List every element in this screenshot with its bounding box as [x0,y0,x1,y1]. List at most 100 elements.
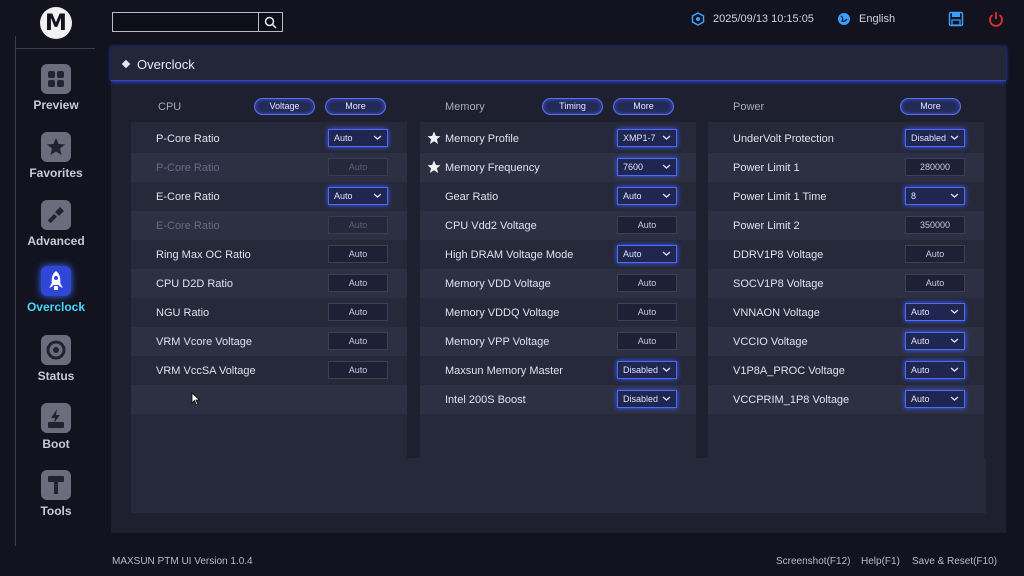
memory-vpp-voltage-field[interactable]: Auto [617,332,677,350]
ngu-ratio-field[interactable]: Auto [328,303,388,321]
sidebar-item-overclock[interactable]: Overclock [20,266,92,324]
clock: 2025/09/13 10:15:05 [691,11,814,27]
cpu-column-title: CPU [158,101,182,113]
setting-row: VCCPRIM_1P8 Voltage Auto [708,385,984,414]
setting-row: UnderVolt Protection Disabled [708,124,984,153]
sidebar-item-boot[interactable]: Boot [20,403,92,461]
memory-settings-panel: Memory Profile XMP1-7 Memory Frequency 7… [420,122,696,491]
select-value: Disabled [623,365,659,375]
ssd-icon [41,403,71,433]
tools-icon [41,470,71,500]
vrm-vccsa-voltage-field[interactable]: Auto [328,361,388,379]
memory-vddq-voltage-field[interactable]: Auto [617,303,677,321]
cpu-settings-panel: P-Core Ratio Auto P-Core Ratio Auto E-Co… [131,122,407,491]
cpu-more-button[interactable]: More [325,98,386,115]
favorite-star-icon[interactable] [427,160,441,174]
save-icon [948,11,964,27]
undervolt-protection-select[interactable]: Disabled [905,129,965,147]
chevron-down-icon [662,367,671,372]
setting-label: Power Limit 1 Time [733,191,827,203]
setting-label: Ring Max OC Ratio [156,249,251,261]
mouse-cursor-icon [191,392,201,406]
search-button[interactable] [258,12,283,32]
setting-row: V1P8A_PROC Voltage Auto [708,356,984,385]
vrm-vcore-voltage-field[interactable]: Auto [328,332,388,350]
socv1p8-voltage-field[interactable]: Auto [905,274,965,292]
star-icon [41,132,71,162]
sidebar-item-advanced[interactable]: Advanced [20,200,92,258]
e-core-ratio-field-disabled: Auto [328,216,388,234]
power-column-title: Power [733,101,765,113]
setting-row: P-Core Ratio Auto [131,124,407,153]
select-value: Auto [623,249,642,259]
e-core-ratio-select[interactable]: Auto [328,187,388,205]
setting-row: CPU Vdd2 Voltage Auto [420,211,696,240]
cpu-vdd2-voltage-field[interactable]: Auto [617,216,677,234]
intel-200s-boost-select[interactable]: Disabled [617,390,677,408]
select-value: Auto [911,394,930,404]
setting-label: P-Core Ratio [156,133,220,145]
memory-frequency-select[interactable]: 7600 [617,158,677,176]
gear-ratio-select[interactable]: Auto [617,187,677,205]
ring-max-oc-ratio-field[interactable]: Auto [328,245,388,263]
setting-label: VRM Vcore Voltage [156,336,252,348]
sidebar-item-tools[interactable]: Tools [20,470,92,528]
memory-vdd-voltage-field[interactable]: Auto [617,274,677,292]
favorite-star-icon[interactable] [427,131,441,145]
rocket-icon [41,266,71,296]
setting-row: Gear Ratio Auto [420,182,696,211]
vccprim-1p8-voltage-select[interactable]: Auto [905,390,965,408]
search-input[interactable] [112,12,259,32]
setting-row: NGU Ratio Auto [131,298,407,327]
setting-row: Power Limit 1 Time 8 [708,182,984,211]
power-limit-2-field[interactable]: 350000 [905,216,965,234]
cpu-voltage-button[interactable]: Voltage [254,98,315,115]
memory-timing-button[interactable]: Timing [542,98,603,115]
memory-more-button[interactable]: More [613,98,674,115]
search-bar [112,12,283,32]
setting-row: High DRAM Voltage Mode Auto [420,240,696,269]
setting-row: E-Core Ratio Auto [131,211,407,240]
power-more-button[interactable]: More [900,98,961,115]
save-reset-button[interactable]: Save & Reset(F10) [912,556,997,567]
save-button[interactable] [948,11,964,27]
memory-column-title: Memory [445,101,485,113]
chevron-down-icon [373,135,382,140]
setting-row: Intel 200S Boost Disabled [420,385,696,414]
setting-row: Maxsun Memory Master Disabled [420,356,696,385]
maxsun-memory-master-select[interactable]: Disabled [617,361,677,379]
sidebar-item-favorites[interactable]: Favorites [20,132,92,190]
setting-label: Memory VDD Voltage [445,278,551,290]
setting-row: VRM VccSA Voltage Auto [131,356,407,385]
setting-row: E-Core Ratio Auto [131,182,407,211]
sidebar-item-preview[interactable]: Preview [20,64,92,122]
select-value: Auto [911,365,930,375]
setting-label: Gear Ratio [445,191,499,203]
select-value: Auto [623,191,642,201]
high-dram-voltage-mode-select[interactable]: Auto [617,245,677,263]
power-settings-panel: UnderVolt Protection Disabled Power Limi… [708,122,984,491]
vccio-voltage-select[interactable]: Auto [905,332,965,350]
language-selector[interactable]: English [837,11,895,27]
memory-profile-select[interactable]: XMP1-7 [617,129,677,147]
p-core-ratio-select[interactable]: Auto [328,129,388,147]
cpu-d2d-ratio-field[interactable]: Auto [328,274,388,292]
globe-icon [838,13,850,25]
setting-label: VNNAON Voltage [733,307,820,319]
power-button[interactable] [988,11,1004,27]
chevron-down-icon [950,338,959,343]
chevron-down-icon [373,193,382,198]
screenshot-button[interactable]: Screenshot(F12) [776,556,850,567]
p-core-ratio-field-disabled: Auto [328,158,388,176]
power-limit-1-time-select[interactable]: 8 [905,187,965,205]
wrench-icon [41,200,71,230]
ddrv1p8-voltage-field[interactable]: Auto [905,245,965,263]
vnnaon-voltage-select[interactable]: Auto [905,303,965,321]
v1p8a-proc-voltage-select[interactable]: Auto [905,361,965,379]
select-value: Auto [334,191,353,201]
power-limit-1-field[interactable]: 280000 [905,158,965,176]
sidebar-item-status[interactable]: Status [20,335,92,393]
setting-row: Memory VDD Voltage Auto [420,269,696,298]
maxsun-logo: M [40,7,72,39]
help-button[interactable]: Help(F1) [861,556,900,567]
